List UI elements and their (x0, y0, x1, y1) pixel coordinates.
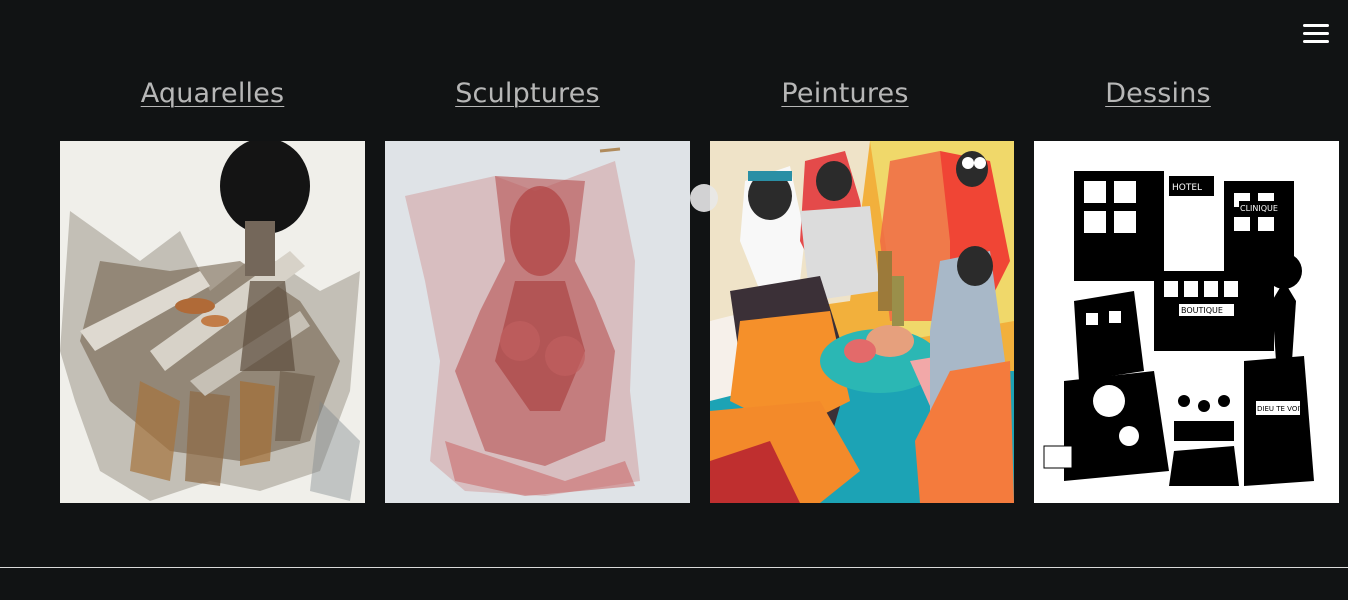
carousel-control-dot[interactable] (690, 184, 718, 212)
drawing-sign-boutique: BOUTIQUE (1181, 306, 1223, 315)
page: Aquarelles Sculptures Peintures Dessins (0, 0, 1348, 600)
drawing-sign-dieu: DIEU TE VOIT (1257, 405, 1304, 413)
artwork-image-sculpture[interactable] (385, 141, 690, 503)
category-link-peintures[interactable]: Peintures (710, 76, 980, 112)
artwork-image-dessin[interactable]: HOTEL CLINIQUE BOUTIQUE DIEU TE VOIT (1034, 141, 1339, 503)
category-link-dessins[interactable]: Dessins (1034, 76, 1282, 112)
drawing-sign-hotel: HOTEL (1172, 183, 1202, 193)
menu-bar-middle (1303, 32, 1329, 35)
drawing-sign-clinique: CLINIQUE (1240, 204, 1278, 213)
footer-divider (0, 567, 1348, 568)
hamburger-menu-icon[interactable] (1302, 22, 1330, 46)
artwork-image-peinture[interactable] (710, 141, 1014, 503)
menu-bar-bottom (1303, 40, 1329, 43)
category-link-aquarelles[interactable]: Aquarelles (60, 76, 365, 112)
menu-bar-top (1303, 24, 1329, 27)
category-link-sculptures[interactable]: Sculptures (385, 76, 670, 112)
artwork-image-aquarelle[interactable] (60, 141, 365, 503)
